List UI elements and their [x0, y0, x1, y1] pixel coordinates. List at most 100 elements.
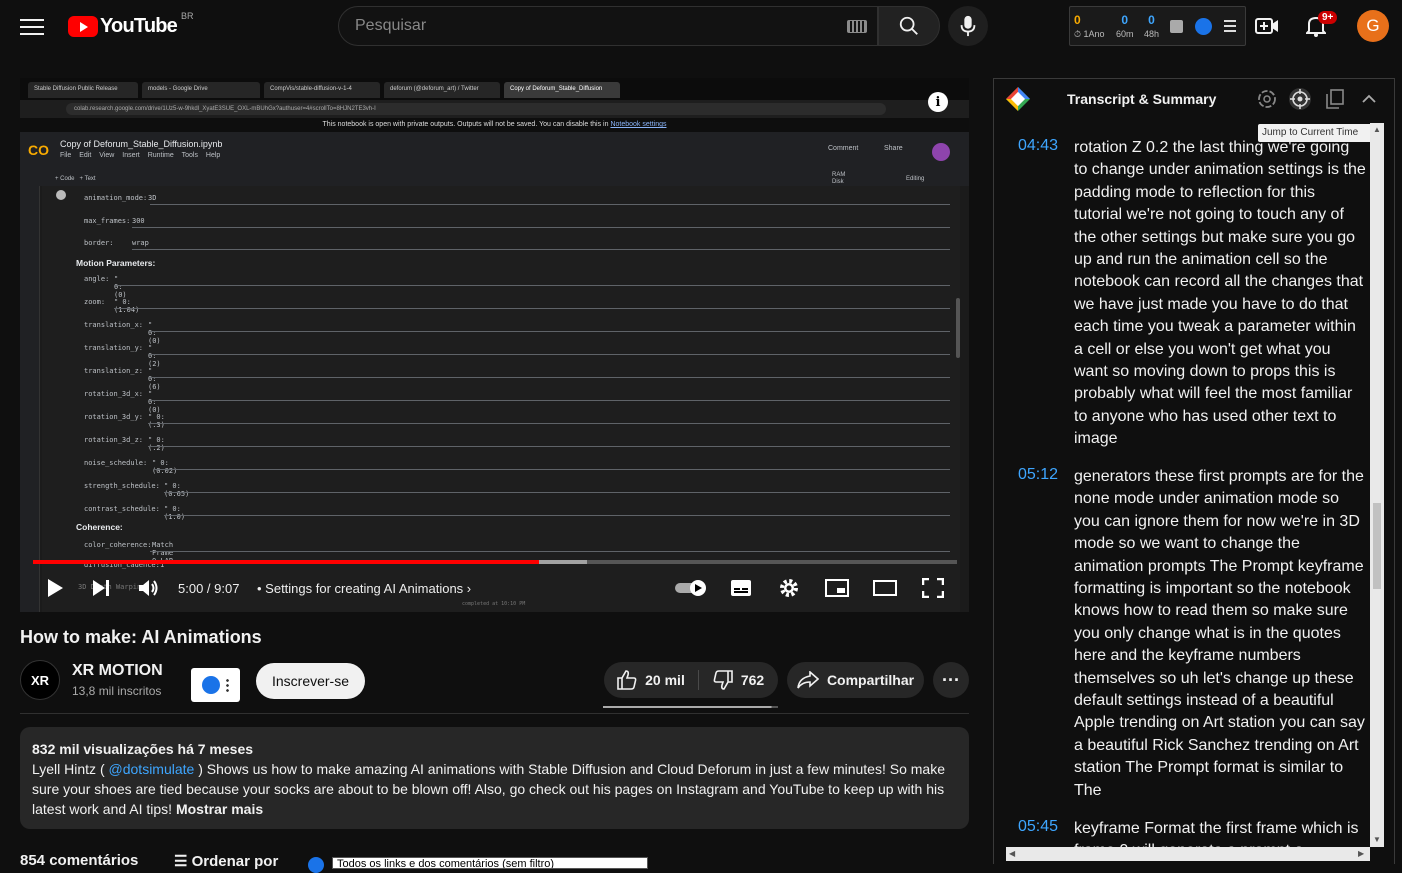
segment-timestamp[interactable]: 05:12: [1018, 466, 1058, 484]
param-row: zoom: " 0:(1.04): [84, 298, 140, 314]
create-button[interactable]: [1253, 12, 1281, 40]
extension-stats-widget[interactable]: 0 ⏱ 1Ano 0 60m 0 48h: [1069, 6, 1246, 46]
theater-mode-button[interactable]: [869, 572, 901, 604]
info-icon[interactable]: i: [928, 92, 948, 112]
more-actions-button[interactable]: ···: [933, 662, 969, 698]
ai-summary-button[interactable]: [1256, 88, 1278, 110]
channel-name[interactable]: XR MOTION: [72, 662, 163, 680]
transcript-scrollbar[interactable]: ▲ ▼: [1370, 123, 1384, 847]
extension-logo-icon[interactable]: [1195, 18, 1212, 35]
progress-played: [33, 560, 540, 564]
play-button[interactable]: [39, 572, 71, 604]
chevron-up-icon: [1362, 94, 1376, 103]
fullscreen-icon: [922, 578, 944, 598]
subtitles-icon: [731, 580, 751, 596]
description-text: Lyell Hintz ( @dotsimulate ) Shows us ho…: [32, 761, 945, 817]
segment-timestamp[interactable]: 04:43: [1018, 137, 1058, 155]
video-player[interactable]: Stable Diffusion Public Release models -…: [20, 78, 969, 612]
youtube-logo[interactable]: YouTube BR: [68, 11, 194, 38]
notice-link: Notebook settings: [610, 121, 667, 128]
like-dislike-bar: 20 mil 762: [604, 662, 778, 698]
microphone-icon: [960, 15, 976, 37]
video-notice: This notebook is open with private outpu…: [20, 118, 969, 132]
param-row: translation_x: " 0:(0): [84, 321, 161, 345]
crosshair-icon: [1290, 89, 1310, 109]
jump-tooltip: Jump to Current Time: [1258, 124, 1374, 142]
video-tab: Stable Diffusion Public Release: [28, 82, 138, 98]
segment-timestamp[interactable]: 05:45: [1018, 818, 1058, 836]
like-button[interactable]: 20 mil: [604, 662, 698, 698]
copy-transcript-button[interactable]: [1324, 88, 1346, 110]
progress-bar[interactable]: [33, 560, 957, 564]
comment-filter-select[interactable]: Todos os links e dos comentários (sem fi…: [332, 857, 648, 869]
subtitles-button[interactable]: [725, 572, 757, 604]
param-row: noise_schedule: " 0: (0.02): [84, 459, 178, 475]
sort-button[interactable]: ☰ Ordenar por: [174, 852, 278, 870]
notebook-menu: File Edit View Insert Runtime Tools Help: [60, 152, 221, 159]
filter-extension-icon[interactable]: [308, 857, 324, 873]
video-title: How to make: AI Animations: [20, 627, 262, 647]
video-url: colab.research.google.com/drive/1Uz5-w-9…: [66, 103, 886, 115]
logo-text: YouTube: [100, 14, 178, 37]
volume-icon: [139, 580, 158, 596]
gear-icon: [780, 579, 798, 597]
volume-button[interactable]: [133, 572, 165, 604]
jump-to-current-time-button[interactable]: [1289, 88, 1311, 110]
panel-title: Transcript & Summary: [1067, 91, 1217, 107]
show-more-button[interactable]: Mostrar mais: [176, 801, 263, 817]
autoplay-toggle[interactable]: [673, 572, 709, 604]
mention-link[interactable]: @dotsimulate: [109, 761, 195, 777]
extension-button[interactable]: [191, 668, 240, 702]
param-row: border: wrap: [84, 239, 149, 247]
ext-stat-60m: 0 60m: [1116, 13, 1134, 39]
summary-extension-logo-icon: [1006, 87, 1030, 111]
divider: [20, 713, 969, 714]
search-box: [338, 6, 878, 46]
scroll-left-icon[interactable]: ◀: [1009, 849, 1015, 858]
video-add-icon: [1255, 18, 1278, 34]
view-count-date: 832 mil visualizações há 7 meses: [32, 741, 254, 757]
next-icon: [93, 580, 109, 596]
extension-menu-icon[interactable]: [1224, 20, 1236, 32]
like-count: 20 mil: [645, 672, 685, 688]
share-button[interactable]: Compartilhar: [787, 662, 924, 698]
share-label: Compartilhar: [826, 672, 915, 688]
dislike-button[interactable]: 762: [699, 662, 778, 698]
param-row: color_coherence:Match Frame 0 LAB: [84, 541, 174, 565]
miniplayer-icon: [825, 579, 849, 597]
video-tab: CompVis/stable-diffusion-v-1-4: [264, 82, 380, 98]
scrollbar-thumb[interactable]: [1373, 503, 1381, 589]
time-display: 5:00 / 9:07: [178, 581, 240, 596]
chapter-title[interactable]: • Settings for creating AI Animations ›: [257, 581, 471, 596]
video-tab-active: Copy of Deforum_Stable_Diffusion: [504, 82, 620, 98]
voice-search-button[interactable]: [948, 6, 988, 46]
country-code: BR: [180, 11, 194, 21]
share-label: Share: [884, 145, 903, 152]
chart-icon[interactable]: [1170, 20, 1183, 33]
account-avatar[interactable]: G: [1357, 10, 1389, 42]
copy-icon: [1326, 89, 1344, 109]
scroll-right-icon[interactable]: ▶: [1358, 849, 1364, 858]
more-horiz-icon: ···: [942, 669, 960, 690]
scroll-down-icon[interactable]: ▼: [1373, 835, 1381, 844]
search-input[interactable]: [355, 17, 825, 35]
transcript-hscrollbar[interactable]: ◀ ▶: [1006, 847, 1370, 861]
ext-stat-year: 0 ⏱ 1Ano: [1074, 13, 1105, 39]
video-browser-tabs: Stable Diffusion Public Release models -…: [20, 78, 969, 100]
miniplayer-button[interactable]: [821, 572, 853, 604]
param-row: translation_y: " 0:(2): [84, 344, 161, 368]
search-icon: [899, 16, 918, 35]
menu-icon[interactable]: [20, 16, 44, 36]
subscribe-button[interactable]: Inscrever-se: [256, 663, 365, 699]
search-button[interactable]: [878, 6, 940, 46]
collapse-panel-button[interactable]: [1358, 88, 1380, 110]
scroll-up-icon[interactable]: ▲: [1373, 125, 1381, 134]
settings-button[interactable]: [773, 572, 805, 604]
dislike-count: 762: [740, 672, 765, 688]
description-box[interactable]: 832 mil visualizações há 7 meses Lyell H…: [20, 727, 969, 829]
channel-avatar[interactable]: XR: [20, 660, 60, 700]
coherence-heading: Coherence:: [76, 522, 123, 532]
keyboard-icon[interactable]: [847, 20, 867, 33]
next-button[interactable]: [85, 572, 117, 604]
fullscreen-button[interactable]: [917, 572, 949, 604]
